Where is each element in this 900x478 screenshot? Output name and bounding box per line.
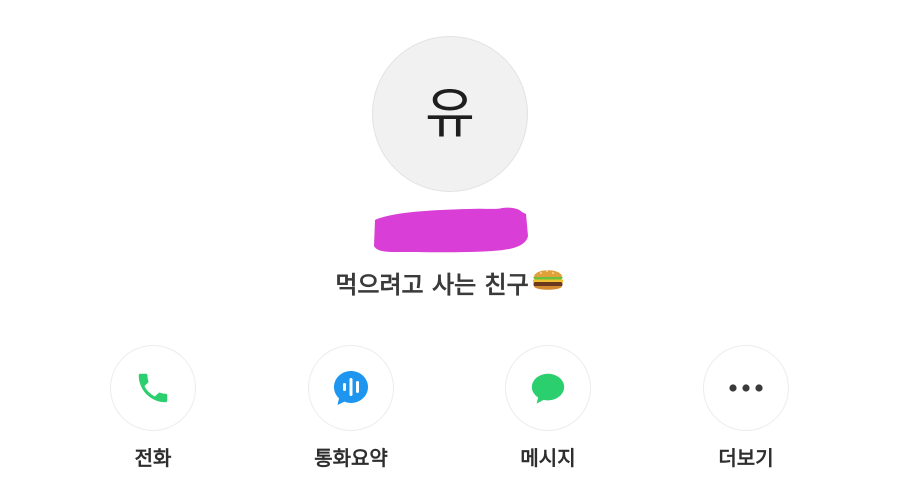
contact-profile-screen: 유 먹으려고 사는 친구 전화 통화요약 메시지 더보기 [0, 0, 900, 478]
audio-summary-icon [334, 371, 368, 405]
message-button-circle[interactable] [505, 345, 591, 431]
status-message: 먹으려고 사는 친구 [0, 266, 900, 306]
avatar-initial: 유 [425, 82, 475, 145]
call-button[interactable]: 전화 [93, 345, 213, 471]
message-label: 메시지 [520, 446, 576, 470]
avatar[interactable]: 유 [372, 36, 528, 192]
phone-icon [138, 373, 168, 403]
call-summary-button[interactable]: 통화요약 [291, 345, 411, 471]
more-label: 더보기 [718, 446, 774, 470]
call-summary-label: 통화요약 [314, 446, 388, 470]
status-message-text: 먹으려고 사는 친구 [335, 271, 529, 299]
redacted-name [374, 207, 528, 253]
message-button[interactable]: 메시지 [488, 345, 608, 471]
call-button-circle[interactable] [110, 345, 196, 431]
more-button[interactable]: 더보기 [686, 345, 806, 471]
call-summary-button-circle[interactable] [308, 345, 394, 431]
hamburger-emoji-icon [531, 264, 565, 304]
call-label: 전화 [134, 446, 172, 470]
more-button-circle[interactable] [703, 345, 789, 431]
more-dots-icon [729, 384, 763, 392]
chat-bubble-icon [531, 373, 565, 404]
